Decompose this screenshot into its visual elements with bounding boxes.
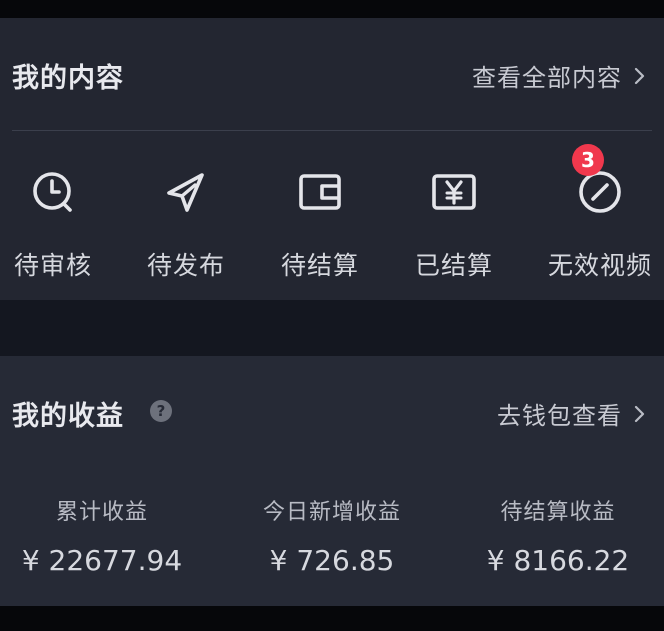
go-to-wallet-label: 去钱包查看 (497, 402, 622, 430)
pending-earnings-label: 待结算收益 (500, 500, 616, 525)
today-earnings-label: 今日新增收益 (262, 500, 401, 525)
clock-icon (33, 172, 72, 212)
notification-badge: 3 (572, 144, 604, 176)
settled-item[interactable]: 已结算 (394, 166, 514, 282)
go-to-wallet-link[interactable]: 去钱包查看 (497, 396, 648, 431)
total-earnings-stat[interactable]: 累计收益 ¥ 22677.94 (2, 494, 202, 577)
pending-settlement-item[interactable]: 待结算 (260, 166, 380, 282)
pending-review-label: 待审核 (13, 251, 92, 280)
divider (12, 130, 652, 131)
pending-review-item[interactable]: 待审核 (0, 166, 113, 282)
view-all-content-link[interactable]: 查看全部内容 (472, 58, 648, 93)
invalid-videos-label: 无效视频 (547, 251, 652, 280)
pending-publish-label: 待发布 (146, 251, 225, 280)
pending-publish-item[interactable]: 待发布 (126, 166, 246, 282)
my-content-card: 我的内容 查看全部内容 待审核 待发布 待结算 已结算 3 无效视频 (0, 18, 664, 300)
help-icon[interactable]: ? (150, 400, 172, 422)
my-content-title: 我的内容 (12, 63, 124, 94)
screen: 我的内容 查看全部内容 待审核 待发布 待结算 已结算 3 无效视频 我的收益 … (0, 0, 664, 631)
my-earnings-title: 我的收益 (12, 401, 124, 432)
total-earnings-value: ¥ 22677.94 (21, 544, 183, 577)
yen-card-icon (432, 174, 476, 210)
today-earnings-stat[interactable]: 今日新增收益 ¥ 726.85 (232, 494, 432, 577)
paper-plane-icon (167, 173, 204, 212)
pending-earnings-stat[interactable]: 待结算收益 ¥ 8166.22 (458, 494, 658, 577)
settled-label: 已结算 (414, 251, 493, 280)
chevron-right-icon (634, 67, 645, 84)
total-earnings-label: 累计收益 (55, 500, 148, 525)
chevron-right-icon (634, 405, 645, 422)
section-separator (0, 300, 664, 356)
pending-earnings-value: ¥ 8166.22 (486, 544, 630, 577)
invalid-videos-item[interactable]: 3 无效视频 (540, 144, 660, 282)
view-all-content-label: 查看全部内容 (472, 64, 622, 92)
wallet-icon (299, 174, 341, 210)
pending-settlement-label: 待结算 (280, 251, 359, 280)
today-earnings-value: ¥ 726.85 (269, 544, 395, 577)
